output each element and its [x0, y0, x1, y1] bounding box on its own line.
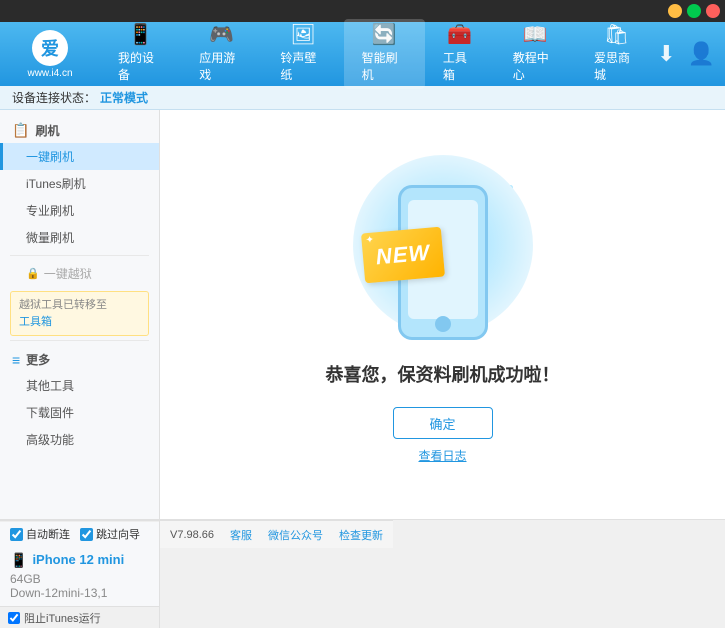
nav-my-device-label: 我的设备	[118, 49, 163, 83]
lock-icon: 🔒	[26, 267, 40, 280]
nav-right: ⬇ 👤	[657, 41, 715, 67]
itunes-bar-label: 阻止iTunes运行	[24, 610, 101, 626]
sidebar-section-more: ≡ 更多	[0, 345, 159, 372]
service-link[interactable]: 客服	[230, 527, 252, 543]
nav-tutorial-label: 教程中心	[513, 49, 558, 83]
user-btn[interactable]: 👤	[688, 41, 715, 67]
new-banner: ✦ NEW	[360, 227, 444, 284]
notice-text: 越狱工具已转移至 工具箱	[19, 299, 107, 328]
itunes-block-checkbox[interactable]	[8, 612, 20, 624]
main-area: 📋 刷机 一键刷机 iTunes刷机 专业刷机 微量刷机 🔒 一键越狱 越狱工具…	[0, 110, 725, 519]
sidebar-item-patch[interactable]: 微量刷机	[0, 224, 159, 251]
top-nav: 爱 www.i4.cn 📱 我的设备 🎮 应用游戏 🖼 铃声壁纸 🔄 智能刷机 …	[0, 22, 725, 86]
auto-close-label: 自动断连	[26, 526, 70, 542]
nav-my-device-icon: 📱	[128, 25, 153, 45]
close-btn[interactable]	[706, 4, 720, 18]
sidebar-item-pro-label: 专业刷机	[26, 204, 74, 218]
confirm-button[interactable]: 确定	[393, 407, 493, 439]
nav-wallpaper-icon: 🖼	[290, 25, 315, 45]
nav-wallpaper-label: 铃声壁纸	[280, 49, 325, 83]
nav-smart-flash-label: 智能刷机	[362, 49, 407, 83]
device-name: iPhone 12 mini	[32, 552, 124, 567]
more-section-icon: ≡	[12, 352, 20, 368]
nav-smart-flash[interactable]: 🔄 智能刷机	[344, 19, 425, 89]
conn-status-bar: 设备连接状态： 正常模式	[0, 86, 725, 110]
device-header: 📱 iPhone 12 mini	[10, 552, 149, 569]
wechat-link[interactable]: 微信公众号	[268, 527, 323, 543]
new-badge-text: NEW	[374, 240, 430, 271]
conn-status-value: 正常模式	[100, 89, 148, 106]
auto-close-checkbox[interactable]	[10, 528, 23, 541]
version-label: V7.98.66	[170, 529, 214, 541]
maximize-btn[interactable]	[687, 4, 701, 18]
nav-wallpaper[interactable]: 🖼 铃声壁纸	[262, 19, 343, 89]
view-log-link[interactable]: 查看日志	[418, 447, 466, 464]
bottom-area: 自动断连 跳过向导 📱 iPhone 12 mini 64GB Down-12m…	[0, 519, 725, 628]
statusbar-right: V7.98.66 客服 微信公众号 检查更新	[170, 527, 383, 543]
nav-tutorial[interactable]: 📖 教程中心	[495, 19, 576, 89]
logo-icon: 爱	[32, 30, 68, 66]
phone-home-button	[435, 316, 451, 332]
sidebar-divider-1	[10, 255, 149, 256]
skip-wizard-label: 跳过向导	[96, 526, 140, 542]
nav-smart-flash-icon: 🔄	[372, 25, 397, 45]
nav-apps-label: 应用游戏	[199, 49, 244, 83]
sidebar-section-flash: 📋 刷机	[0, 116, 159, 143]
nav-toolbox-label: 工具箱	[443, 49, 477, 83]
sidebar-divider-2	[10, 340, 149, 341]
sidebar-item-download-fw[interactable]: 下载固件	[0, 399, 159, 426]
nav-items: 📱 我的设备 🎮 应用游戏 🖼 铃声壁纸 🔄 智能刷机 🧰 工具箱 📖 教程中心…	[100, 19, 657, 89]
nav-toolbox-icon: 🧰	[447, 25, 472, 45]
nav-toolbox[interactable]: 🧰 工具箱	[425, 19, 495, 89]
device-version: Down-12mini-13,1	[10, 586, 149, 600]
auto-close-checkbox-label[interactable]: 自动断连	[10, 526, 70, 542]
nav-store[interactable]: 🛍 爱思商城	[576, 19, 657, 89]
checkbox-area: 自动断连 跳过向导	[0, 521, 159, 546]
nav-tutorial-icon: 📖	[523, 25, 548, 45]
conn-status-label: 设备连接状态：	[12, 89, 96, 106]
nav-store-icon: 🛍	[604, 25, 629, 45]
logo-area: 爱 www.i4.cn	[10, 30, 90, 79]
device-panel: 📱 iPhone 12 mini 64GB Down-12mini-13,1	[0, 546, 159, 606]
sidebar-advanced-label: 高级功能	[26, 433, 74, 447]
sidebar-item-jailbreak-disabled: 🔒 一键越狱	[0, 260, 159, 287]
sidebar-item-pro[interactable]: 专业刷机	[0, 197, 159, 224]
sidebar-download-fw-label: 下载固件	[26, 406, 74, 420]
device-phone-icon: 📱	[10, 552, 27, 569]
nav-apps-icon: 🎮	[209, 25, 234, 45]
update-link[interactable]: 检查更新	[339, 527, 383, 543]
main-content: ✦ NEW 恭喜您，保资料刷机成功啦！ 确定 查看日志	[160, 110, 725, 519]
nav-my-device[interactable]: 📱 我的设备	[100, 19, 181, 89]
new-stars: ✦	[365, 234, 374, 246]
nav-store-label: 爱思商城	[594, 49, 639, 83]
device-storage: 64GB	[10, 572, 149, 586]
nav-apps[interactable]: 🎮 应用游戏	[181, 19, 262, 89]
download-btn[interactable]: ⬇	[657, 41, 675, 67]
flash-section-icon: 📋	[12, 122, 29, 139]
sidebar-section-more-label: 更多	[26, 351, 50, 368]
sidebar-item-one-click[interactable]: 一键刷机	[0, 143, 159, 170]
sidebar: 📋 刷机 一键刷机 iTunes刷机 专业刷机 微量刷机 🔒 一键越狱 越狱工具…	[0, 110, 160, 519]
jailbreak-notice: 越狱工具已转移至 工具箱	[10, 291, 149, 336]
sidebar-item-one-click-label: 一键刷机	[26, 150, 74, 164]
sidebar-jailbreak-label: 一键越狱	[44, 265, 92, 282]
sidebar-item-itunes-label: iTunes刷机	[26, 177, 86, 191]
itunes-bar: 阻止iTunes运行	[0, 606, 159, 628]
skip-wizard-checkbox[interactable]	[80, 528, 93, 541]
success-message: 恭喜您，保资料刷机成功啦！	[326, 361, 560, 387]
sidebar-other-tools-label: 其他工具	[26, 379, 74, 393]
sidebar-item-itunes[interactable]: iTunes刷机	[0, 170, 159, 197]
bottom-sidebar: 自动断连 跳过向导 📱 iPhone 12 mini 64GB Down-12m…	[0, 520, 160, 628]
phone-illustration: ✦ NEW	[343, 165, 543, 345]
sidebar-section-flash-label: 刷机	[35, 122, 59, 139]
minimize-btn[interactable]	[668, 4, 682, 18]
status-bar: V7.98.66 客服 微信公众号 检查更新	[160, 520, 393, 548]
skip-wizard-checkbox-label[interactable]: 跳过向导	[80, 526, 140, 542]
sidebar-item-advanced[interactable]: 高级功能	[0, 426, 159, 453]
sidebar-item-other-tools[interactable]: 其他工具	[0, 372, 159, 399]
logo-text: www.i4.cn	[27, 68, 72, 79]
sidebar-item-patch-label: 微量刷机	[26, 231, 74, 245]
